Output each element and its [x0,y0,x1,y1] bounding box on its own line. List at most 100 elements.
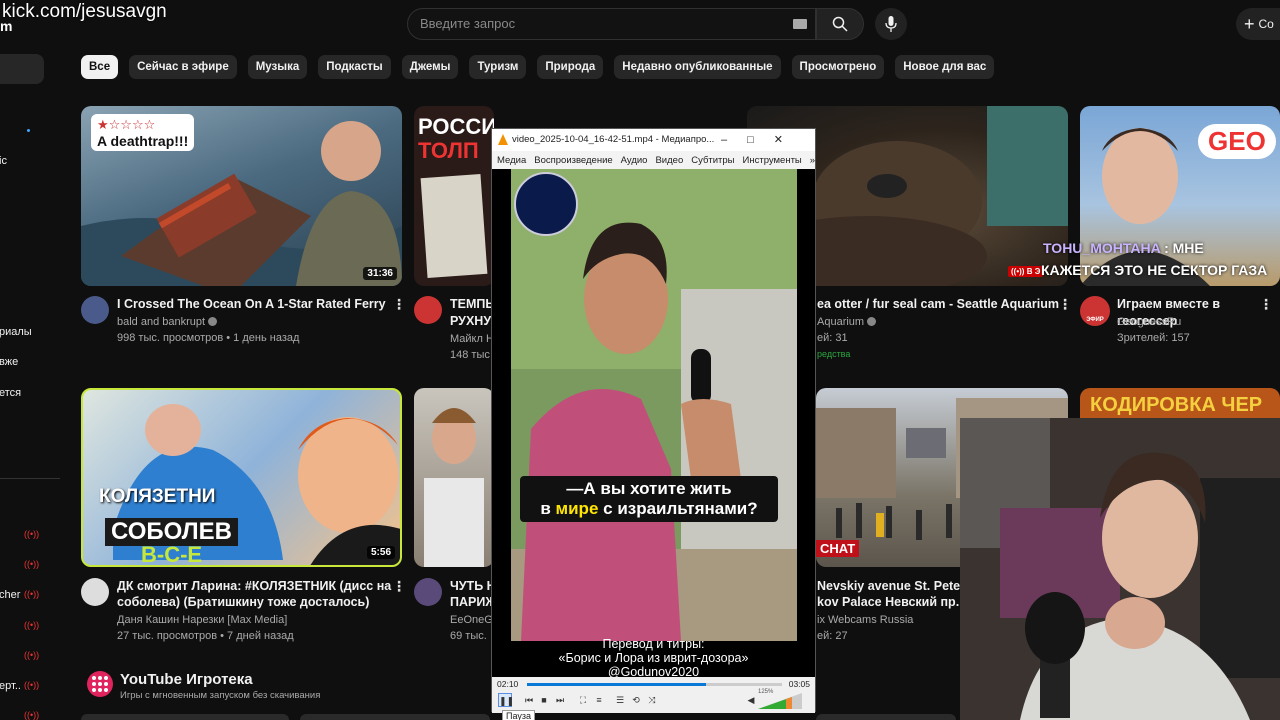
thumbnail-text: ТОЛП [418,138,479,163]
menu-media[interactable]: Медиа [497,155,526,166]
thumbnail-text: КОЛЯЗЕТНИ [99,486,216,507]
menu-tools[interactable]: Инструменты [743,155,802,166]
search-input[interactable]: Введите запрос [407,8,816,40]
video-thumbnail[interactable] [414,388,494,567]
sidebar-divider [0,478,60,479]
live-icon: ((•)) [24,650,40,660]
seek-bar[interactable] [527,683,782,686]
channel-avatar[interactable]: ЭФИР [1080,296,1110,326]
watermark-fragment: m [0,18,13,34]
pause-button[interactable]: ❚❚ [498,693,514,707]
video-thumbnail[interactable]: КОЛЯЗЕТНИ СОБОЛЕВ В-С-Е 5:56 [81,388,402,567]
keyboard-icon[interactable] [793,19,807,29]
chip-live[interactable]: Сейчас в эфире [129,55,237,79]
sidebar-item-label[interactable]: cher [0,589,20,601]
video-thumbnail[interactable]: РОССИЯ ИДЁТ ВПЕРЁД ТОЛП [414,106,494,286]
time-total: 03:05 [788,679,810,689]
video-title[interactable]: Nevskiy avenue St. Petersb [817,578,980,595]
menu-subtitles[interactable]: Субтитры [691,155,734,166]
sidebar-item-label[interactable]: ется [0,387,21,399]
chip-jams[interactable]: Джемы [401,55,459,79]
chip-podcasts[interactable]: Подкасты [318,55,391,79]
more-options-icon[interactable]: ⋮ [392,296,406,313]
menu-more[interactable]: » [810,155,815,166]
media-player-window[interactable]: video_2025-10-04_16-42-51.mp4 - Медиапро… [491,128,816,720]
live-label: ((•)) В Э [1008,266,1044,277]
video-frame[interactable] [511,169,797,641]
thumbnail-text: КОДИРОВКА ЧЕР [1090,394,1263,416]
channel-avatar[interactable] [414,296,442,324]
seek-progress [527,683,706,686]
voice-search-button[interactable] [875,8,907,40]
shuffle-button[interactable]: ⤨ [645,693,659,707]
more-options-icon[interactable]: ⋮ [1058,296,1072,313]
speaker-icon[interactable]: ◀ [744,693,758,707]
video-meta: 998 тыс. просмотров • 1 день назад [117,332,300,344]
vlc-cone-icon [498,134,508,145]
thumbnail-text: В-С-Е [141,542,203,567]
video-title[interactable]: I Crossed The Ocean On A 1-Star Rated Fe… [117,296,386,313]
thumbnail-text: РОССИЯ ИДЁТ ВПЕРЁД [418,114,494,139]
video-title-line2[interactable]: соболева) (Братишкину тоже досталось) [117,594,369,611]
verified-icon [867,317,877,326]
menu-playback[interactable]: Воспроизведение [534,155,612,166]
channel-avatar[interactable] [81,296,109,324]
create-button[interactable]: + Со [1236,8,1280,40]
channel-avatar[interactable] [81,578,109,606]
game-card[interactable] [300,714,490,720]
stop-button[interactable]: ■ [537,693,551,707]
fullscreen-button[interactable]: ⛶ [576,693,590,707]
thumbnail-text: CHAT [816,540,860,557]
video-title-line2[interactable]: kov Palace Невский пр. А [817,594,972,611]
thumbnail-rating-badge: ★☆☆☆☆ A deathtrap!!! [91,114,195,151]
video-duration: 31:36 [363,267,397,280]
verified-icon [208,317,218,326]
chip-all[interactable]: Все [81,55,119,79]
chip-recent[interactable]: Недавно опубликованные [614,55,781,79]
chip-nature[interactable]: Природа [537,55,604,79]
sidebar-item-label[interactable]: риалы [0,326,32,338]
previous-button[interactable]: ⏮ [522,693,536,707]
sidebar-item-home[interactable] [0,54,44,84]
chip-watched[interactable]: Просмотрено [791,55,885,79]
loop-button[interactable]: ⟲ [629,693,643,707]
more-options-icon[interactable]: ⋮ [1259,296,1273,313]
video-title[interactable]: ДК смотрит Ларина: #КОЛЯЗЕТНИК (дисс на [117,578,391,595]
sidebar-item-label[interactable]: ерт.. [0,680,21,692]
chip-new[interactable]: Новое для вас [895,55,995,79]
chip-tourism[interactable]: Туризм [469,55,527,79]
player-titlebar[interactable]: video_2025-10-04_16-42-51.mp4 - Медиапро… [492,129,815,151]
next-button[interactable]: ⏭ [553,693,567,707]
player-window-title: video_2025-10-04_16-42-51.mp4 - Медиапро… [512,134,715,145]
person-illustration [424,408,484,567]
shelf-title[interactable]: YouTube Игротека [120,671,253,688]
sidebar-item-label[interactable]: вже [0,356,18,368]
video-title-line2[interactable]: РУХНУ [450,313,491,330]
channel-avatar[interactable] [414,578,442,606]
menu-audio[interactable]: Аудио [621,155,648,166]
more-options-icon[interactable]: ⋮ [392,578,406,595]
extended-settings-button[interactable]: ≡ [592,693,606,707]
sidebar-item-label[interactable]: ic [0,155,7,167]
video-thumbnail[interactable]: GEO [1080,106,1280,286]
game-card[interactable] [81,714,289,720]
stream-watermark: kick.com/jesusavgn [2,1,167,22]
video-title[interactable]: ЧУТЬ Н [450,578,496,595]
chat-overlay-line2: КАЖЕТСЯ ЭТО НЕ СЕКТОР ГАЗА [1041,262,1268,278]
sidebar-notification-dot [27,129,30,132]
video-title[interactable]: ea otter / fur seal cam - Seattle Aquari… [817,296,1059,313]
mic-icon [885,16,897,32]
video-title-line2[interactable]: ПАРИЖ [450,594,497,611]
playlist-button[interactable]: ☰ [613,693,627,707]
video-title[interactable]: ТЕМПЬ [450,296,494,313]
video-duration: 5:56 [366,546,395,559]
video-meta: 69 тыс. [450,630,487,642]
live-icon: ((•)) [24,529,40,539]
window-controls[interactable]: –□✕ [721,129,803,151]
search-button[interactable] [816,8,864,40]
game-card[interactable] [816,714,956,720]
chip-music[interactable]: Музыка [247,55,308,79]
video-thumbnail[interactable]: ★☆☆☆☆ A deathtrap!!! 31:36 [81,106,402,286]
create-label: Со [1258,17,1274,31]
menu-video[interactable]: Видео [655,155,683,166]
